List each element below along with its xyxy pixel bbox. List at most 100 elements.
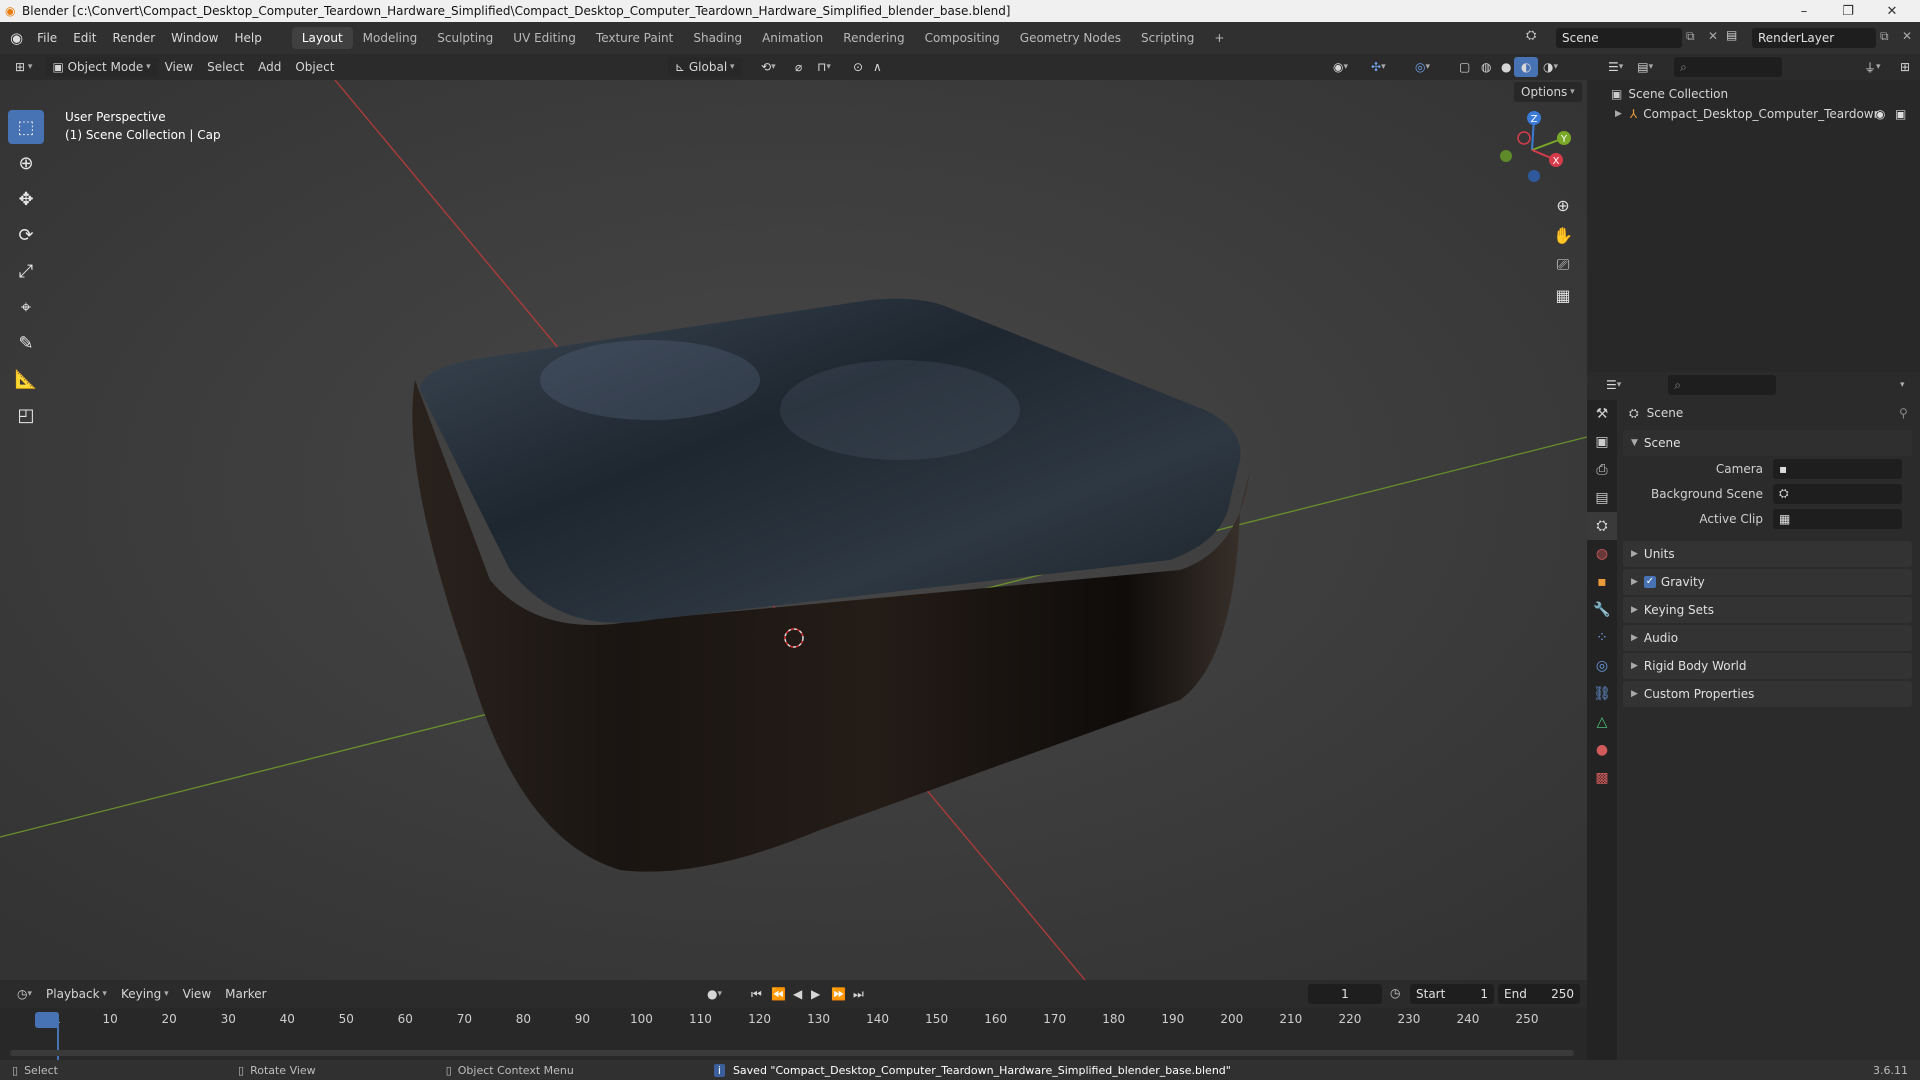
- texture-tab-icon[interactable]: ▩: [1587, 764, 1617, 792]
- orientation-dropdown[interactable]: ⊾ Global ▾: [668, 57, 742, 77]
- annotate-tool-icon[interactable]: ✎: [8, 326, 44, 360]
- playback-dropdown[interactable]: Playback ▾: [39, 984, 114, 1004]
- tab-texture-paint[interactable]: Texture Paint: [586, 27, 683, 49]
- editor-type-icon[interactable]: ⊞ ▾: [8, 57, 39, 77]
- panel-rigid-body-world[interactable]: ▶ Rigid Body World: [1623, 653, 1912, 679]
- properties-options-icon[interactable]: ▾: [1893, 375, 1912, 395]
- timeline-editor-type-icon[interactable]: ◷ ▾: [10, 984, 39, 1004]
- end-frame-field[interactable]: End 250: [1498, 984, 1580, 1004]
- material-tab-icon[interactable]: ●: [1587, 736, 1617, 764]
- panel-custom-properties[interactable]: ▶ Custom Properties: [1623, 681, 1912, 707]
- snap-target-icon[interactable]: ⊓ ▾: [810, 57, 838, 77]
- camera-field[interactable]: ▪: [1773, 458, 1902, 479]
- display-mode-icon[interactable]: ▤ ▾: [1630, 57, 1660, 77]
- options-dropdown[interactable]: Options ▾: [1514, 82, 1582, 102]
- pivot-icon[interactable]: ⟲ ▾: [754, 57, 783, 77]
- camera-view-icon[interactable]: ⎚: [1548, 250, 1578, 280]
- panel-gravity[interactable]: ▶ ✓ Gravity: [1623, 569, 1912, 595]
- properties-editor-type-icon[interactable]: ☰ ▾: [1599, 375, 1628, 395]
- pan-hand-icon[interactable]: ✋: [1548, 220, 1578, 250]
- keying-dropdown[interactable]: Keying ▾: [114, 984, 176, 1004]
- scene-tab-icon[interactable]: ⛭: [1587, 512, 1617, 540]
- record-icon[interactable]: ● ▾: [700, 984, 729, 1004]
- rotate-tool-icon[interactable]: ⟳: [8, 218, 44, 252]
- falloff-icon[interactable]: ∧: [866, 57, 889, 77]
- panel-units[interactable]: ▶ Units: [1623, 541, 1912, 567]
- tab-animation[interactable]: Animation: [752, 27, 833, 49]
- menu-render[interactable]: Render: [104, 31, 163, 45]
- outliner-search-input[interactable]: ⌕: [1674, 57, 1783, 77]
- current-frame-field[interactable]: 1: [1308, 984, 1382, 1004]
- timeline-area[interactable]: 1102030405060708090100110120130140150160…: [0, 1008, 1587, 1060]
- physics-tab-icon[interactable]: ◎: [1587, 652, 1617, 680]
- render-tab-icon[interactable]: ▣: [1587, 428, 1617, 456]
- data-tab-icon[interactable]: △: [1587, 708, 1617, 736]
- menu-object[interactable]: Object: [288, 57, 341, 77]
- tab-shading[interactable]: Shading: [683, 27, 752, 49]
- gravity-checkbox[interactable]: ✓: [1643, 576, 1656, 588]
- perspective-grid-icon[interactable]: ▦: [1548, 280, 1578, 310]
- timeline-scrollbar[interactable]: [10, 1050, 1574, 1056]
- navigation-gizmo[interactable]: Z Y X: [1488, 110, 1576, 190]
- visibility-icon[interactable]: ◉ ▾: [1326, 57, 1355, 77]
- panel-scene-header[interactable]: ▼ Scene: [1623, 430, 1912, 456]
- close-button[interactable]: ✕: [1870, 0, 1914, 22]
- new-scene-icon[interactable]: ⧉: [1686, 29, 1695, 44]
- object-tab-icon[interactable]: ▪: [1587, 568, 1617, 596]
- transform-tool-icon[interactable]: ⌖: [8, 290, 44, 324]
- eye-icon[interactable]: ◉: [1875, 107, 1885, 121]
- jump-end-icon[interactable]: ⏭: [846, 984, 871, 1004]
- menu-edit[interactable]: Edit: [65, 31, 104, 45]
- outliner-editor-type-icon[interactable]: ☰ ▾: [1601, 57, 1630, 77]
- new-collection-icon[interactable]: ⊞: [1893, 57, 1917, 77]
- marker-menu[interactable]: Marker: [218, 984, 273, 1004]
- menu-help[interactable]: Help: [227, 31, 270, 45]
- snap-icon[interactable]: ⌀: [788, 57, 809, 77]
- properties-search-input[interactable]: ⌕: [1668, 375, 1777, 395]
- scene-field[interactable]: Scene: [1556, 28, 1682, 48]
- cursor-tool-icon[interactable]: ⊕: [8, 146, 44, 180]
- modifier-tab-icon[interactable]: 🔧: [1587, 596, 1617, 624]
- start-frame-field[interactable]: Start 1: [1410, 984, 1494, 1004]
- view-layer-icon[interactable]: ▤: [1726, 28, 1737, 42]
- move-tool-icon[interactable]: ✥: [8, 182, 44, 216]
- tab-sculpting[interactable]: Sculpting: [427, 27, 503, 49]
- tab-uv-editing[interactable]: UV Editing: [503, 27, 586, 49]
- outliner-row-object[interactable]: ▶ ⅄ Compact_Desktop_Computer_Teardowr ◉ …: [1587, 104, 1920, 124]
- delete-scene-icon[interactable]: ✕: [1708, 29, 1718, 43]
- overlay-toggle-icon[interactable]: ◎ ▾: [1408, 57, 1437, 77]
- measure-tool-icon[interactable]: 📐: [8, 362, 44, 396]
- menu-add[interactable]: Add: [251, 57, 288, 77]
- tab-modeling[interactable]: Modeling: [353, 27, 428, 49]
- timeline-view-menu[interactable]: View: [176, 984, 218, 1004]
- mode-dropdown[interactable]: ▣ Object Mode ▾: [45, 57, 158, 77]
- scene-selector-icon[interactable]: ⛭: [1526, 28, 1536, 43]
- menu-view[interactable]: View: [158, 57, 200, 77]
- active-clip-field[interactable]: ▦: [1773, 508, 1902, 529]
- view-layer-tab-icon[interactable]: ▤: [1587, 484, 1617, 512]
- playhead-marker[interactable]: [35, 1012, 59, 1028]
- output-tab-icon[interactable]: ⎙: [1587, 456, 1617, 484]
- rendered-shading-icon[interactable]: ◑ ▾: [1536, 57, 1565, 77]
- maximize-button[interactable]: ❐: [1826, 0, 1870, 22]
- material-shading-icon[interactable]: ◐: [1514, 57, 1539, 77]
- 3d-viewport[interactable]: User Perspective (1) Scene Collection | …: [0, 80, 1587, 980]
- background-scene-field[interactable]: ⛭: [1773, 483, 1902, 504]
- zoom-icon[interactable]: ⊕: [1548, 190, 1578, 220]
- render-camera-icon[interactable]: ▣: [1895, 107, 1906, 121]
- tab-rendering[interactable]: Rendering: [833, 27, 914, 49]
- world-tab-icon[interactable]: ◍: [1587, 540, 1617, 568]
- add-workspace-button[interactable]: +: [1204, 27, 1234, 49]
- particles-tab-icon[interactable]: ⁘: [1587, 624, 1617, 652]
- tool-tab-icon[interactable]: ⚒: [1587, 400, 1617, 428]
- tab-compositing[interactable]: Compositing: [915, 27, 1010, 49]
- menu-select[interactable]: Select: [200, 57, 251, 77]
- gizmo-toggle-icon[interactable]: ✣ ▾: [1364, 57, 1393, 77]
- tab-geometry-nodes[interactable]: Geometry Nodes: [1010, 27, 1131, 49]
- expand-arrow-icon[interactable]: ▶: [1615, 109, 1622, 119]
- minimize-button[interactable]: –: [1782, 0, 1826, 22]
- panel-keying-sets[interactable]: ▶ Keying Sets: [1623, 597, 1912, 623]
- menu-window[interactable]: Window: [163, 31, 226, 45]
- outliner-row-scene-collection[interactable]: ▣ Scene Collection: [1587, 84, 1920, 104]
- tab-layout[interactable]: Layout: [291, 27, 353, 49]
